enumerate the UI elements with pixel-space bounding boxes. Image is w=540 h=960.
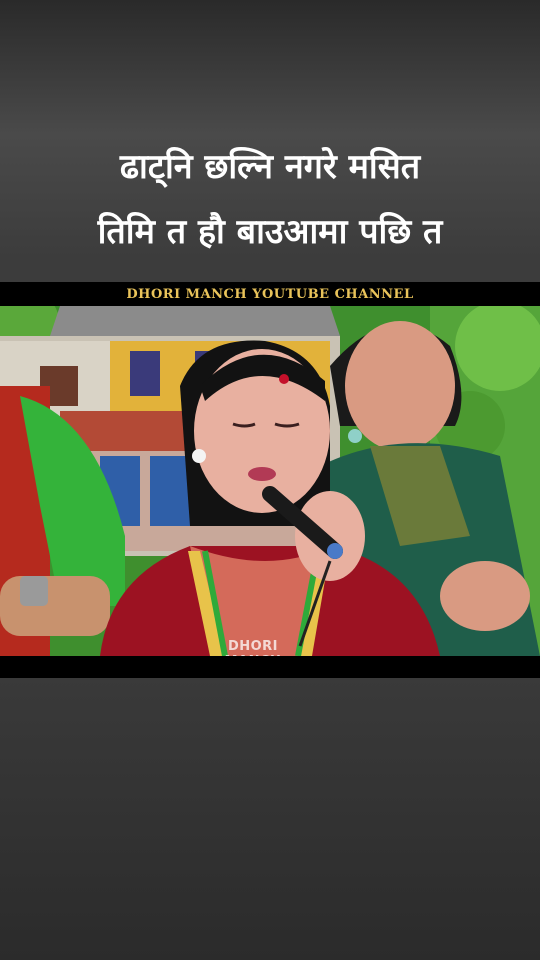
channel-banner: DHORI MANCH YOUTUBE CHANNEL bbox=[0, 282, 540, 306]
video-frame: DHORI MANCH bbox=[0, 306, 540, 656]
channel-banner-text: DHORI MANCH YOUTUBE CHANNEL bbox=[126, 286, 414, 302]
video-player[interactable]: DHORI MANCH YOUTUBE CHANNEL DHORI bbox=[0, 282, 540, 678]
performance-scene-image bbox=[0, 306, 540, 656]
caption-line-2: तिमि त हौ बाउआमा पछि त bbox=[97, 212, 443, 252]
caption-line-1: ढाट्नि छल्नि नगरे मसित bbox=[119, 147, 421, 187]
video-bottom-bar bbox=[0, 656, 540, 678]
watermark-text: DHORI MANCH bbox=[225, 639, 281, 656]
